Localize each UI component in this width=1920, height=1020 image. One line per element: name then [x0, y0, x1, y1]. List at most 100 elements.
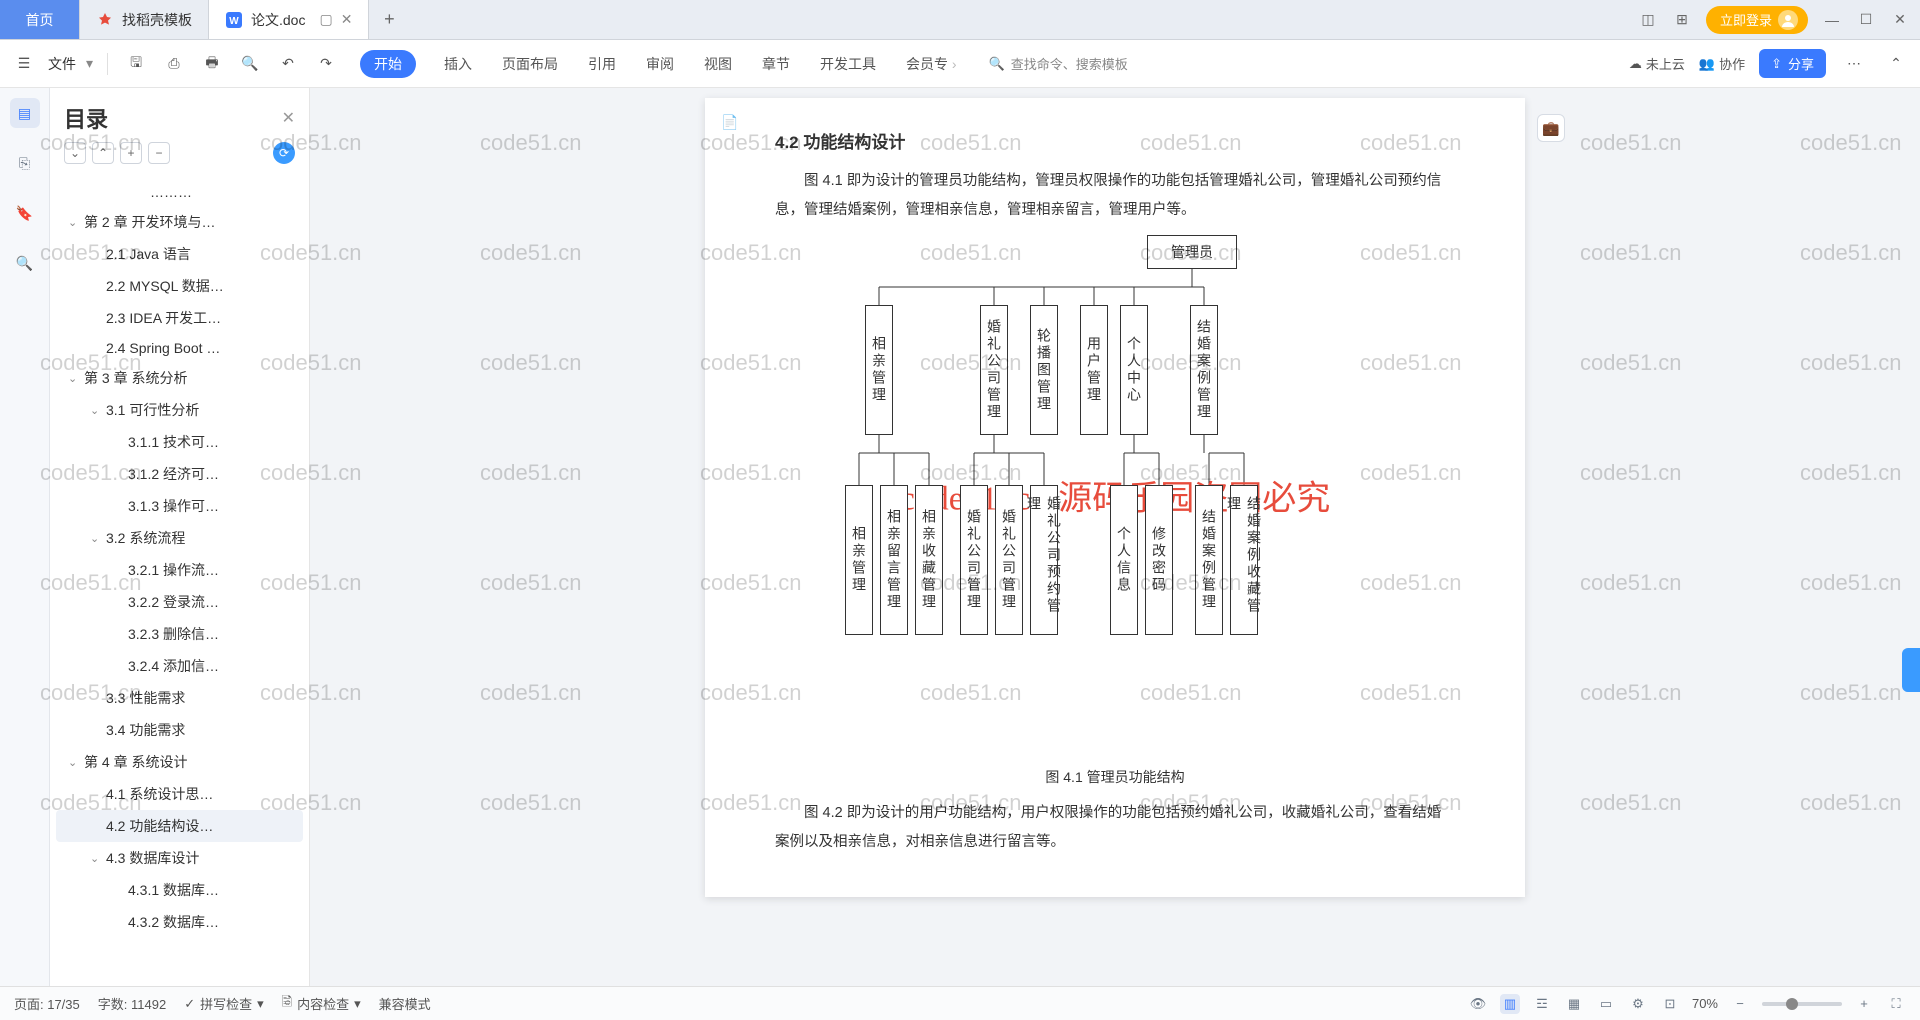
bookmark-icon[interactable]: 🔖: [10, 198, 40, 228]
new-tab-button[interactable]: +: [369, 0, 409, 39]
search-command[interactable]: 🔍 查找命令、搜索模板: [989, 54, 1128, 73]
save-icon[interactable]: 🖫: [122, 50, 150, 78]
find-icon[interactable]: 🔍: [10, 248, 40, 278]
diagram-node: 修改密码: [1145, 485, 1173, 635]
login-button[interactable]: 立即登录: [1706, 6, 1808, 34]
outline-item[interactable]: 3.2.3 删除信…: [56, 618, 303, 650]
outline-item[interactable]: 3.1.2 经济可…: [56, 458, 303, 490]
outline-item[interactable]: 2.2 MYSQL 数据…: [56, 270, 303, 302]
redo-icon[interactable]: ↷: [312, 50, 340, 78]
tab-document[interactable]: W 论文.doc ▢ ✕: [209, 0, 369, 39]
tab-member[interactable]: 会员专 ›: [904, 50, 959, 78]
present-icon[interactable]: ▢: [319, 11, 332, 28]
more-icon[interactable]: ⋯: [1840, 50, 1868, 78]
diagram-node: 婚礼公司管理: [995, 485, 1023, 635]
remove-icon[interactable]: −: [148, 142, 170, 164]
outline-item[interactable]: 2.1 Java 语言: [56, 238, 303, 270]
compat-mode[interactable]: 兼容模式: [379, 994, 431, 1013]
apps-icon[interactable]: ⊞: [1672, 10, 1692, 30]
document-area[interactable]: 📄 💼 4.2 功能结构设计 图 4.1 即为设计的管理员功能结构，管理员权限操…: [310, 88, 1920, 986]
cloud-status[interactable]: ☁未上云: [1629, 54, 1685, 73]
undo-icon[interactable]: ↶: [274, 50, 302, 78]
outline-item[interactable]: ………: [56, 178, 303, 206]
zoom-slider[interactable]: [1762, 1002, 1842, 1006]
web-view-icon[interactable]: ▦: [1564, 994, 1584, 1014]
outline-icon[interactable]: ▤: [10, 98, 40, 128]
page-indicator[interactable]: 页面: 17/35: [14, 994, 80, 1013]
collapse-all-icon[interactable]: ⌄: [64, 142, 86, 164]
outline-item[interactable]: 3.4 功能需求: [56, 714, 303, 746]
left-rail: ▤ ⎘ 🔖 🔍: [0, 88, 50, 986]
sync-badge-icon[interactable]: ⟳: [273, 142, 295, 164]
outline-item[interactable]: 3.3 性能需求: [56, 682, 303, 714]
tab-view[interactable]: 视图: [702, 50, 734, 78]
word-count[interactable]: 字数: 11492: [98, 994, 166, 1013]
outline-item[interactable]: 2.3 IDEA 开发工…: [56, 302, 303, 334]
diagram-node: 相亲管理: [845, 485, 873, 635]
outline-item[interactable]: ⌄第 3 章 系统分析: [56, 362, 303, 394]
outline-item[interactable]: ⌄4.3 数据库设计: [56, 842, 303, 874]
share-button[interactable]: ⇪分享: [1759, 49, 1826, 78]
outline-item[interactable]: 3.1.1 技术可…: [56, 426, 303, 458]
print-icon[interactable]: 🖶: [198, 50, 226, 78]
zoom-fit-icon[interactable]: ⊡: [1660, 994, 1680, 1014]
content-check-button[interactable]: 🗟 内容检查 ▾: [282, 993, 361, 1015]
expand-all-icon[interactable]: ⌃: [92, 142, 114, 164]
tab-ref[interactable]: 引用: [586, 50, 618, 78]
outline-item[interactable]: 3.2.4 添加信…: [56, 650, 303, 682]
outline-item[interactable]: 4.1 系统设计思…: [56, 778, 303, 810]
coop-button[interactable]: 👥协作: [1699, 54, 1745, 73]
outline-item[interactable]: 3.2.1 操作流…: [56, 554, 303, 586]
paragraph: 图 4.2 即为设计的用户功能结构，用户权限操作的功能包括预约婚礼公司，收藏婚礼…: [775, 799, 1455, 857]
outline-item[interactable]: 4.2 功能结构设…: [56, 810, 303, 842]
tab-home[interactable]: 首页: [0, 0, 80, 39]
zoom-out-icon[interactable]: −: [1730, 994, 1750, 1014]
tab-dev[interactable]: 开发工具: [818, 50, 878, 78]
minimize-icon[interactable]: —: [1822, 10, 1842, 30]
nav-icon[interactable]: ⎘: [10, 148, 40, 178]
outline-item[interactable]: ⌄3.2 系统流程: [56, 522, 303, 554]
file-menu[interactable]: 文件: [48, 54, 76, 74]
zoom-in-icon[interactable]: +: [1854, 994, 1874, 1014]
right-handle[interactable]: [1902, 648, 1920, 692]
layout-icon[interactable]: ◫: [1638, 10, 1658, 30]
tab-review[interactable]: 审阅: [644, 50, 676, 78]
outline-item[interactable]: ⌄第 2 章 开发环境与…: [56, 206, 303, 238]
main-toolbar: ☰ 文件 ▾ 🖫 ⎙ 🖶 🔍 ↶ ↷ 开始 插入 页面布局 引用 审阅 视图 章…: [0, 40, 1920, 88]
tab-start[interactable]: 开始: [360, 50, 416, 78]
add-icon[interactable]: +: [120, 142, 142, 164]
page-view-icon[interactable]: ▥: [1500, 994, 1520, 1014]
outline-view-icon[interactable]: ☲: [1532, 994, 1552, 1014]
collapse-icon[interactable]: ⌃: [1882, 50, 1910, 78]
maximize-icon[interactable]: ☐: [1856, 10, 1876, 30]
tools-icon[interactable]: ⚙: [1628, 994, 1648, 1014]
diagram-root: 管理员: [1147, 235, 1237, 269]
fullscreen-icon[interactable]: ⛶: [1886, 994, 1906, 1014]
outline-item[interactable]: 4.3.2 数据库…: [56, 906, 303, 938]
zoom-value[interactable]: 70%: [1692, 996, 1718, 1011]
close-outline-icon[interactable]: ✕: [282, 108, 295, 128]
tab-layout[interactable]: 页面布局: [500, 50, 560, 78]
tab-template[interactable]: 找稻壳模板: [80, 0, 209, 39]
outline-item[interactable]: ⌄第 4 章 系统设计: [56, 746, 303, 778]
read-view-icon[interactable]: ▭: [1596, 994, 1616, 1014]
sidebar-toggle-icon[interactable]: 💼: [1537, 114, 1565, 142]
close-window-icon[interactable]: ✕: [1890, 10, 1910, 30]
outline-item[interactable]: 2.4 Spring Boot …: [56, 334, 303, 362]
export-icon[interactable]: ⎙: [160, 50, 188, 78]
preview-icon[interactable]: 🔍: [236, 50, 264, 78]
close-icon[interactable]: ✕: [341, 11, 353, 28]
tab-chapter[interactable]: 章节: [760, 50, 792, 78]
ribbon-tabs: 开始 插入 页面布局 引用 审阅 视图 章节 开发工具 会员专 ›: [360, 50, 959, 78]
outline-item[interactable]: ⌄3.1 可行性分析: [56, 394, 303, 426]
outline-tree[interactable]: ………⌄第 2 章 开发环境与…2.1 Java 语言2.2 MYSQL 数据……: [50, 174, 309, 958]
outline-item[interactable]: 3.1.3 操作可…: [56, 490, 303, 522]
spellcheck-button[interactable]: ✓ 拼写检查 ▾: [184, 994, 263, 1013]
outline-item[interactable]: 4.3.1 数据库…: [56, 874, 303, 906]
word-doc-icon: W: [225, 11, 243, 29]
eye-icon[interactable]: 👁: [1468, 994, 1488, 1014]
tab-insert[interactable]: 插入: [442, 50, 474, 78]
outline-item[interactable]: 3.2.2 登录流…: [56, 586, 303, 618]
diagram-node: 结婚案例管理: [1190, 305, 1218, 435]
menu-icon[interactable]: ☰: [10, 50, 38, 78]
